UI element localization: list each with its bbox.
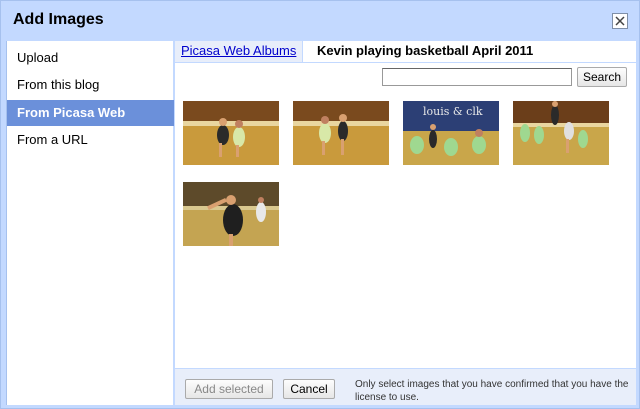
svg-text:louis & clk: louis & clk bbox=[423, 105, 483, 118]
basketball-photo-5[interactable] bbox=[183, 182, 279, 246]
dialog-footer: Add selected Cancel Only select images t… bbox=[175, 368, 636, 405]
picasa-content-panel: Picasa Web Albums Kevin playing basketba… bbox=[175, 41, 636, 405]
sidebar-item-upload[interactable]: Upload bbox=[7, 45, 174, 71]
add-images-dialog: Add Images Upload From this blog From Pi… bbox=[0, 0, 640, 409]
album-title: Kevin playing basketball April 2011 bbox=[317, 43, 534, 58]
license-note: Only select images that you have confirm… bbox=[355, 379, 629, 403]
close-icon[interactable] bbox=[612, 13, 628, 29]
sidebar-item-from-this-blog[interactable]: From this blog bbox=[7, 72, 174, 98]
search-input[interactable] bbox=[382, 68, 572, 86]
breadcrumb-link-picasa[interactable]: Picasa Web Albums bbox=[175, 41, 304, 62]
search-button[interactable]: Search bbox=[577, 67, 627, 87]
add-selected-button[interactable]: Add selected bbox=[185, 379, 273, 399]
dialog-title: Add Images bbox=[13, 11, 104, 28]
source-sidebar: Upload From this blog From Picasa Web Al… bbox=[6, 41, 174, 405]
dialog-titlebar: Add Images bbox=[1, 1, 640, 41]
basketball-photo-2[interactable] bbox=[293, 101, 389, 165]
basketball-photo-1[interactable] bbox=[183, 101, 279, 165]
cancel-button[interactable]: Cancel bbox=[283, 379, 335, 399]
basketball-photo-3[interactable]: louis & clk bbox=[403, 101, 499, 165]
breadcrumb: Picasa Web Albums Kevin playing basketba… bbox=[175, 41, 636, 63]
sidebar-item-picasa[interactable]: From Picasa Web Albums bbox=[7, 100, 174, 146]
sidebar-item-from-url[interactable]: From a URL bbox=[7, 127, 174, 153]
basketball-photo-4[interactable] bbox=[513, 101, 609, 165]
